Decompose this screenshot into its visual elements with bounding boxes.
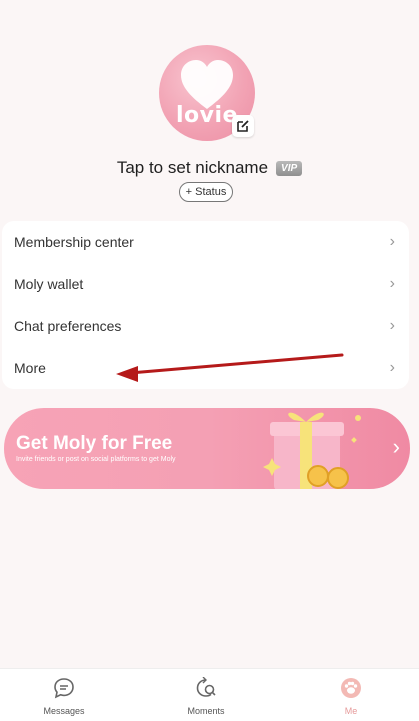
tab-moments[interactable]: Moments	[166, 676, 246, 716]
paw-icon	[341, 678, 361, 698]
status-button[interactable]: + Status	[179, 182, 233, 202]
bottom-nav: Messages Moments Me	[0, 668, 419, 721]
get-moly-banner[interactable]: Get Moly for Free Invite friends or post…	[4, 408, 410, 489]
vip-badge: VIP	[276, 160, 303, 176]
promo-subtitle: Invite friends or post on social platfor…	[16, 456, 176, 463]
tab-label: Messages	[43, 706, 85, 716]
chevron-right-icon: ›	[392, 434, 400, 459]
chevron-right-icon: ›	[389, 317, 395, 334]
edit-icon	[237, 120, 249, 132]
chevron-right-icon: ›	[389, 359, 395, 376]
tab-messages[interactable]: Messages	[24, 677, 104, 716]
menu-item-label: Chat preferences	[14, 318, 122, 334]
menu-item-label: More	[14, 360, 46, 376]
chat-bubble-icon	[54, 678, 74, 699]
menu-card: Membership center › Moly wallet › Chat p…	[2, 221, 409, 389]
tab-label: Moments	[187, 706, 225, 716]
menu-item-label: Moly wallet	[14, 276, 84, 292]
menu-item-membership-center[interactable]: Membership center ›	[2, 221, 409, 263]
promo-title: Get Moly for Free	[16, 433, 173, 454]
moments-icon	[196, 676, 216, 697]
chevron-right-icon: ›	[389, 275, 395, 292]
menu-item-more[interactable]: More ›	[2, 347, 409, 389]
menu-item-chat-preferences[interactable]: Chat preferences ›	[2, 305, 409, 347]
gift-box-icon	[263, 412, 361, 489]
edit-avatar-button[interactable]	[232, 115, 254, 137]
menu-item-label: Membership center	[14, 234, 134, 250]
tab-me[interactable]: Me	[311, 677, 391, 716]
menu-item-moly-wallet[interactable]: Moly wallet ›	[2, 263, 409, 305]
tab-label: Me	[344, 706, 358, 716]
nickname-label[interactable]: Tap to set nickname	[117, 158, 268, 178]
chevron-right-icon: ›	[389, 233, 395, 250]
